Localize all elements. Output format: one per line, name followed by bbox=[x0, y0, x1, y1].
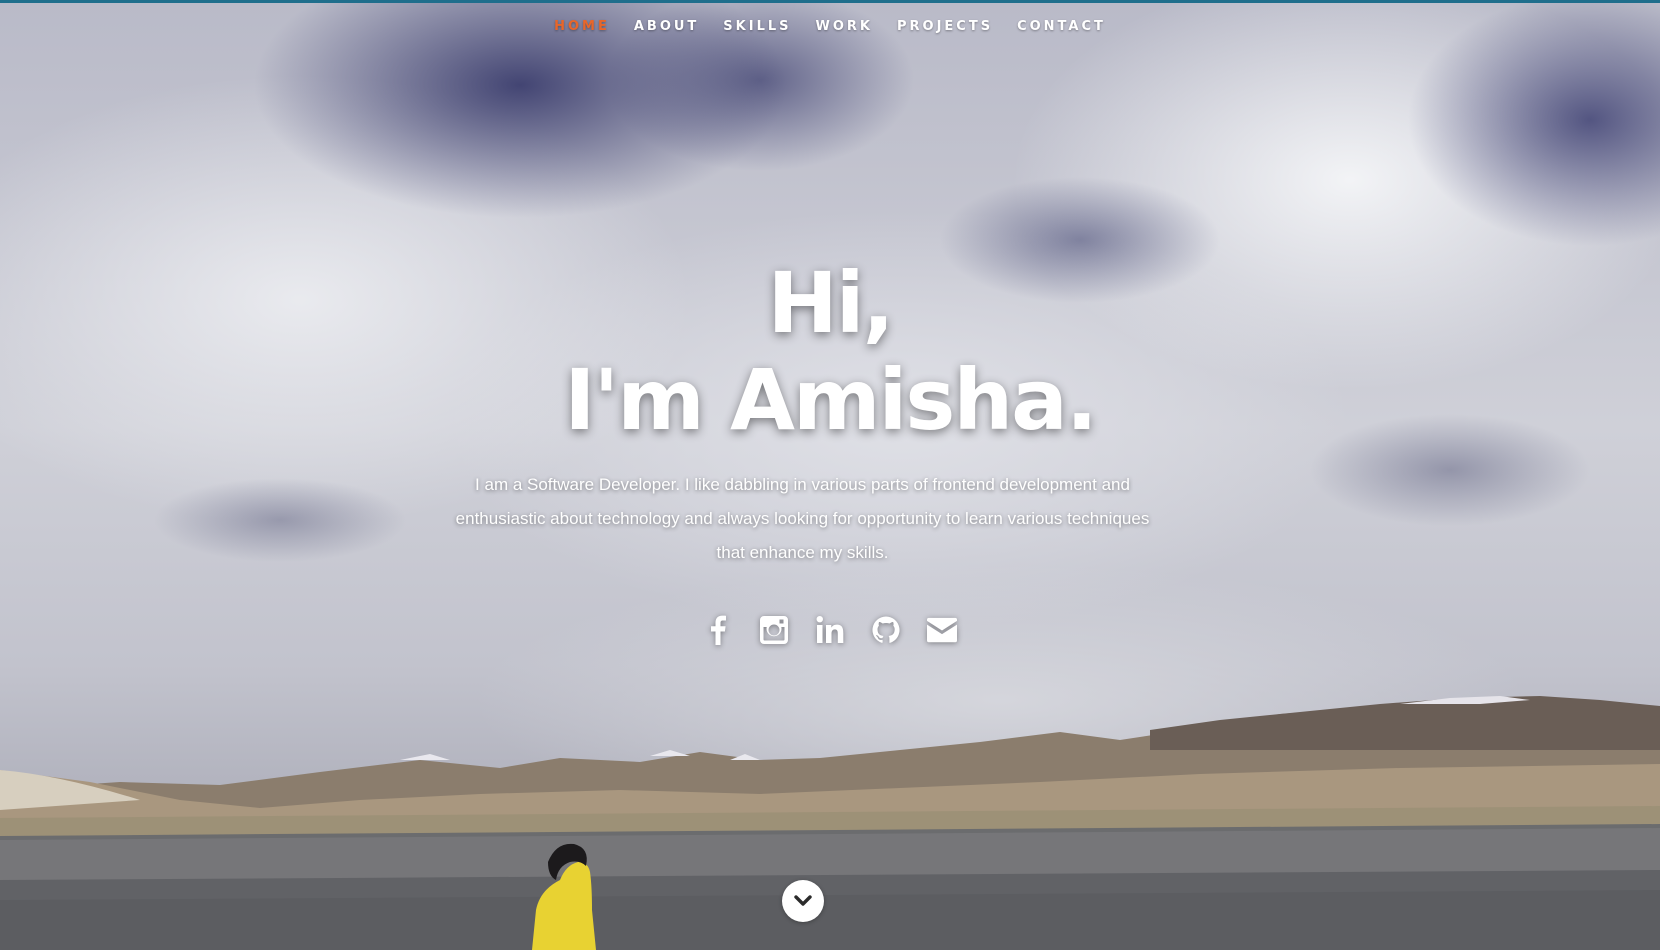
envelope-icon[interactable] bbox=[927, 614, 957, 646]
hero-intro-text: I am a Software Developer. I like dabbli… bbox=[455, 475, 1150, 562]
facebook-icon[interactable] bbox=[703, 614, 733, 646]
instagram-icon[interactable] bbox=[759, 614, 789, 646]
chevron-down-icon bbox=[794, 895, 812, 906]
hero-name: I'm Amisha. bbox=[564, 351, 1097, 449]
nav-item-skills[interactable]: SKILLS bbox=[711, 18, 803, 36]
nav-item-about[interactable]: ABOUT bbox=[622, 18, 711, 36]
nav-item-work[interactable]: WORK bbox=[804, 18, 885, 36]
nav-item-home[interactable]: HOME bbox=[542, 18, 622, 36]
hero-greeting: Hi, bbox=[767, 254, 894, 352]
top-accent-bar bbox=[0, 0, 1660, 3]
scroll-down-button[interactable] bbox=[782, 880, 824, 922]
linkedin-icon[interactable] bbox=[815, 614, 845, 646]
mountain-landscape bbox=[0, 696, 1660, 950]
nav-item-contact[interactable]: CONTACT bbox=[1005, 18, 1118, 36]
main-navigation: HOME ABOUT SKILLS WORK PROJECTS CONTACT bbox=[0, 18, 1660, 36]
social-links bbox=[0, 614, 1660, 646]
github-icon[interactable] bbox=[871, 614, 901, 646]
nav-item-projects[interactable]: PROJECTS bbox=[885, 18, 1005, 36]
